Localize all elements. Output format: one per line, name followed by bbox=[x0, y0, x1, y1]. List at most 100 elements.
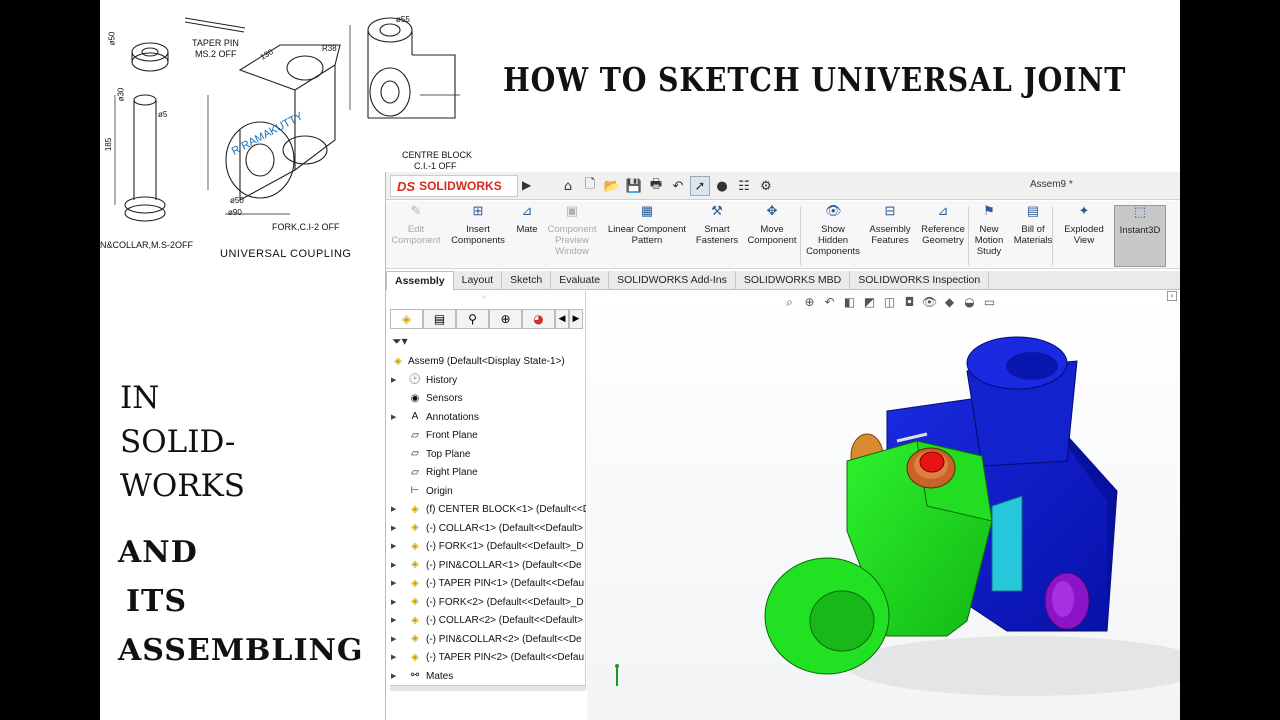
file-properties-icon[interactable]: ☷ bbox=[734, 176, 754, 196]
new-motion-study-icon: ⚑ bbox=[983, 203, 995, 218]
taper-pin-material: MS.2 OFF bbox=[195, 49, 237, 59]
tree-item[interactable]: ▶ ◈ (-) TAPER PIN<1> (Default<<Defau bbox=[386, 575, 586, 594]
ribbon-label: Show Hidden Components bbox=[806, 224, 860, 257]
tab-assembly[interactable]: Assembly bbox=[386, 271, 454, 290]
tree-item[interactable]: ▱ Right Plane bbox=[386, 464, 586, 483]
tree-item-label: Right Plane bbox=[426, 467, 478, 478]
command-manager-ribbon: ✎ Edit Component ⊞ Insert Components ⊿ Mate ▣ C… bbox=[386, 201, 1180, 269]
tree-item-label: (-) FORK<2> (Default<<Default>_D bbox=[426, 596, 584, 608]
quick-access-toolbar: ⌂ 🗋 📂 💾 🖶 ↶ ➚ ● ☷ ⚙ bbox=[558, 176, 776, 196]
tab-sketch[interactable]: Sketch bbox=[502, 271, 552, 290]
tree-item[interactable]: ▶ ◈ (-) PIN&COLLAR<1> (Default<<De bbox=[386, 557, 586, 576]
move-component-button[interactable]: ✥ Move Component bbox=[744, 204, 800, 267]
tree-item[interactable]: ▶ A Annotations bbox=[386, 409, 586, 428]
bill-of-materials-button[interactable]: ▤ Bill of Materials bbox=[1010, 204, 1056, 267]
drawing-dim: ø50 bbox=[230, 196, 244, 205]
home-icon[interactable]: ⌂ bbox=[558, 176, 578, 196]
tree-item[interactable]: ⊢ Origin bbox=[386, 483, 586, 502]
expand-arrow-icon[interactable]: ▶ bbox=[391, 409, 396, 428]
tree-item[interactable]: ▶ ◈ (-) COLLAR<1> (Default<<Default> bbox=[386, 520, 586, 539]
tab-solidworks-mbd[interactable]: SOLIDWORKS MBD bbox=[736, 271, 851, 290]
tabs-scroll-right-icon[interactable]: ▶ bbox=[569, 309, 583, 329]
expand-arrow-icon[interactable]: ▶ bbox=[391, 520, 396, 539]
expand-arrow-icon[interactable]: ▶ bbox=[391, 668, 396, 687]
tree-item[interactable]: ▶ ◈ (-) PIN&COLLAR<2> (Default<<De bbox=[386, 631, 586, 650]
open-folder-icon[interactable]: 📂 bbox=[602, 176, 622, 196]
exploded-view-button[interactable]: ✦ Exploded View bbox=[1058, 204, 1110, 267]
part-icon: ◈ bbox=[411, 614, 419, 626]
tree-item[interactable]: ▶ ◈ (-) FORK<1> (Default<<Default>_D bbox=[386, 538, 586, 557]
part-icon: ◈ bbox=[411, 577, 419, 589]
tree-item[interactable]: ◉ Sensors bbox=[386, 390, 586, 409]
smart-fasteners-button[interactable]: ⚒ Smart Fasteners bbox=[694, 204, 740, 267]
traffic-light-icon[interactable]: ● bbox=[712, 176, 732, 196]
expand-arrow-icon[interactable]: ▶ bbox=[391, 594, 396, 613]
mate-button[interactable]: ⊿ Mate bbox=[512, 204, 542, 267]
tree-item[interactable]: ▶ ◈ (f) CENTER BLOCK<1> (Default<<D bbox=[386, 501, 586, 520]
expand-arrow-icon[interactable]: ▶ bbox=[391, 631, 396, 650]
configuration-manager-tab-icon[interactable]: ⚲ bbox=[456, 309, 489, 329]
universal-joint-model[interactable] bbox=[587, 291, 1180, 720]
tab-layout[interactable]: Layout bbox=[454, 271, 503, 290]
options-gear-icon[interactable]: ⚙ bbox=[756, 176, 776, 196]
tree-item-label: Annotations bbox=[426, 411, 479, 423]
insert-components-button[interactable]: ⊞ Insert Components bbox=[448, 204, 508, 267]
tree-item[interactable]: ▶ ◈ (-) TAPER PIN<2> (Default<<Defau bbox=[386, 649, 586, 668]
horizontal-scrollbar[interactable] bbox=[390, 685, 586, 691]
panel-grip-icon[interactable]: ◦ bbox=[482, 293, 487, 302]
new-file-icon[interactable]: 🗋 bbox=[580, 176, 600, 196]
expand-arrow-icon[interactable]: ▶ bbox=[391, 612, 396, 631]
edit-component-button[interactable]: ✎ Edit Component bbox=[388, 204, 444, 267]
component-preview-window-button[interactable]: ▣ Component Preview Window bbox=[544, 204, 600, 267]
reference-geometry-button[interactable]: ⊿ Reference Geometry bbox=[918, 204, 968, 267]
tab-solidworks-inspection[interactable]: SOLIDWORKS Inspection bbox=[850, 271, 990, 290]
tree-item[interactable]: ▱ Front Plane bbox=[386, 427, 586, 446]
linear-component-pattern-button[interactable]: ▦ Linear Component Pattern bbox=[604, 204, 690, 267]
part-icon: ◈ bbox=[411, 651, 419, 663]
manager-tabs: ◈ ▤ ⚲ ⊕ ◕ ◀ ▶ bbox=[390, 309, 583, 329]
solidworks-logo[interactable]: DS SOLIDWORKS bbox=[390, 175, 518, 197]
filter-icon[interactable]: ⏷▾ bbox=[392, 334, 408, 349]
tree-item-label: Sensors bbox=[426, 393, 463, 404]
tree-item-label: (-) TAPER PIN<2> (Default<<Defau bbox=[426, 652, 585, 663]
tree-item[interactable]: ▶ 🕑 History bbox=[386, 372, 586, 391]
property-manager-tab-icon[interactable]: ▤ bbox=[423, 309, 456, 329]
taper-pin-head[interactable] bbox=[919, 451, 945, 473]
tree-item[interactable]: ▶ ⚯ Mates bbox=[386, 668, 586, 687]
tree-item[interactable]: ▱ Top Plane bbox=[386, 446, 586, 465]
part-icon: ◈ bbox=[411, 633, 419, 645]
save-icon[interactable]: 💾 bbox=[624, 176, 644, 196]
expand-arrow-icon[interactable]: ▶ bbox=[391, 557, 396, 576]
tabs-scroll-left-icon[interactable]: ◀ bbox=[555, 309, 569, 329]
undo-icon[interactable]: ↶ bbox=[668, 176, 688, 196]
tab-evaluate[interactable]: Evaluate bbox=[551, 271, 610, 290]
instant3d-button[interactable]: ⬚ Instant3D bbox=[1114, 205, 1166, 267]
graphics-viewport[interactable]: ‹ ⌕ ⊕ ↶ ◧ ◩ ◫ ◘ 👁 ◆ ◒ ▭ bbox=[587, 291, 1180, 720]
dimxpert-tab-icon[interactable]: ⊕ bbox=[489, 309, 522, 329]
tree-item[interactable]: ▶ ◈ (-) COLLAR<2> (Default<<Default> bbox=[386, 612, 586, 631]
expand-arrow-icon[interactable]: ▶ bbox=[391, 538, 396, 557]
tab-solidworks-add-ins[interactable]: SOLIDWORKS Add-Ins bbox=[609, 271, 736, 290]
feature-manager-tab-icon[interactable]: ◈ bbox=[390, 309, 423, 329]
select-pointer-icon[interactable]: ➚ bbox=[690, 176, 710, 196]
expand-arrow-icon[interactable]: ▶ bbox=[391, 575, 396, 594]
print-icon[interactable]: 🖶 bbox=[646, 176, 666, 196]
solidworks-window: DS SOLIDWORKS ▶ ⌂ 🗋 📂 💾 🖶 ↶ ➚ ● ☷ ⚙ Asse… bbox=[385, 172, 1180, 720]
mates-icon: ⚯ bbox=[410, 670, 420, 682]
ribbon-label: Bill of Materials bbox=[1013, 224, 1053, 246]
tree-items: ◈ Assem9 (Default<Display State-1>) ▶ 🕑 Hi… bbox=[386, 353, 586, 686]
ribbon-label: Assembly Features bbox=[869, 224, 911, 246]
drawing-dim: R38 bbox=[322, 44, 337, 53]
tree-item-label: (-) COLLAR<1> (Default<<Default> bbox=[426, 522, 584, 534]
expand-arrow-icon[interactable]: ▶ bbox=[391, 501, 396, 520]
cyan-insert[interactable] bbox=[991, 495, 1023, 592]
show-hidden-components-button[interactable]: 👁 Show Hidden Components bbox=[804, 204, 862, 267]
display-manager-tab-icon[interactable]: ◕ bbox=[522, 309, 555, 329]
tree-root-assembly[interactable]: ◈ Assem9 (Default<Display State-1>) bbox=[386, 353, 586, 372]
new-motion-study-button[interactable]: ⚑ New Motion Study bbox=[970, 203, 1008, 267]
assembly-features-button[interactable]: ⊟ Assembly Features bbox=[866, 204, 914, 267]
menu-expand-icon[interactable]: ▶ bbox=[522, 178, 531, 192]
expand-arrow-icon[interactable]: ▶ bbox=[391, 372, 396, 391]
tree-item[interactable]: ▶ ◈ (-) FORK<2> (Default<<Default>_D bbox=[386, 594, 586, 613]
expand-arrow-icon[interactable]: ▶ bbox=[391, 649, 396, 668]
